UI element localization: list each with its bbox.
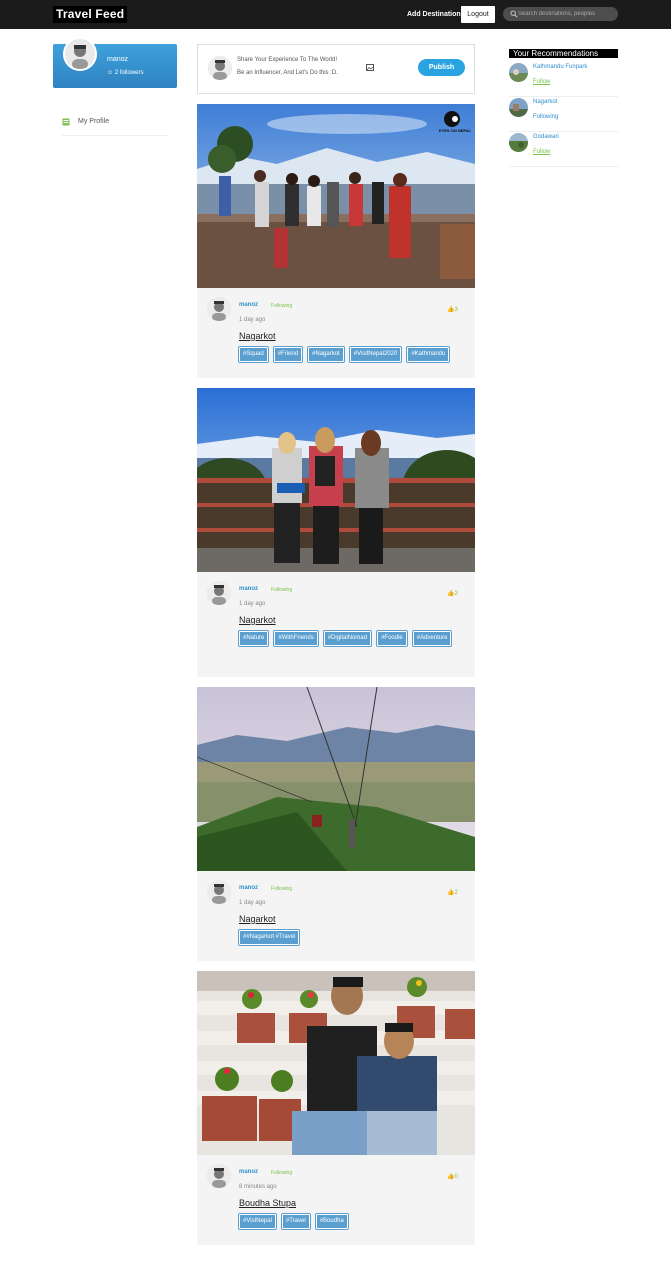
post-location[interactable]: Nagarkot <box>239 331 276 341</box>
hashtag[interactable]: #Friend <box>273 347 303 362</box>
hashtag[interactable]: #Nature <box>239 631 269 646</box>
following-badge[interactable]: Following <box>271 1170 292 1176</box>
hashtag[interactable]: #Foodie <box>377 631 407 646</box>
post-photo[interactable] <box>197 104 475 288</box>
like-button[interactable]: 👍2 <box>447 590 458 597</box>
post-time: 1 day ago <box>239 900 266 906</box>
post-time: 8 minutes ago <box>239 1184 277 1190</box>
avatar[interactable] <box>207 581 231 605</box>
sidebar-item-my-profile[interactable]: My Profile <box>62 113 168 136</box>
hashtag[interactable]: #Boudha <box>315 1214 348 1229</box>
composer-subprompt[interactable]: Be an Influencer, And Let's Do this :D. <box>237 70 338 76</box>
hashtag[interactable]: #Nagarkot <box>308 347 344 362</box>
hashtag[interactable]: ##Nagarkot #Travel <box>239 930 300 945</box>
recommendations-title: Your Recommendations <box>509 49 618 58</box>
recommendation-item: Godawari Follow <box>509 133 618 167</box>
recommendation-item: Nagarkot Following <box>509 98 618 132</box>
avatar[interactable] <box>207 297 231 321</box>
like-button[interactable]: 👍3 <box>447 306 458 313</box>
search-icon <box>510 10 518 18</box>
logout-button[interactable]: Logout <box>461 6 495 23</box>
like-button[interactable]: 👍0 <box>447 1173 458 1180</box>
like-count: 0 <box>454 1174 458 1180</box>
post-tags: #Squad #Friend #Nagarkot #VisitNepal2020… <box>239 347 469 362</box>
post-username[interactable]: manoz <box>239 302 258 308</box>
avatar[interactable] <box>63 37 97 71</box>
add-destination-link[interactable]: Add Destination <box>407 9 461 20</box>
recommendation-name[interactable]: Kathmandu Funpark <box>533 63 587 71</box>
like-count: 2 <box>454 591 458 597</box>
post-location[interactable]: Boudha Stupa <box>239 1198 296 1208</box>
avatar[interactable] <box>509 98 528 117</box>
post-photo[interactable] <box>197 971 475 1155</box>
hashtag[interactable]: #DigitalNomad <box>323 631 372 646</box>
post-photo[interactable] <box>197 687 475 871</box>
like-count: 3 <box>454 307 458 313</box>
post-username[interactable]: manoz <box>239 586 258 592</box>
like-button[interactable]: 👍2 <box>447 889 458 896</box>
post-username[interactable]: manoz <box>239 885 258 891</box>
feed-post: manoz Following 1 day ago 👍2 Nagarkot #N… <box>197 388 475 677</box>
post-location[interactable]: Nagarkot <box>239 914 276 924</box>
following-badge[interactable]: Following <box>271 303 292 309</box>
image-icon[interactable] <box>366 64 374 71</box>
publish-button[interactable]: Publish <box>418 59 465 76</box>
post-username[interactable]: manoz <box>239 1169 258 1175</box>
search-box[interactable] <box>503 7 618 21</box>
following-badge[interactable]: Following <box>271 587 292 593</box>
hashtag[interactable]: #Squad <box>239 347 268 362</box>
avatar[interactable] <box>207 880 231 904</box>
post-time: 1 day ago <box>239 317 266 323</box>
following-button[interactable]: Following <box>533 113 558 121</box>
post-tags: #VistNepal #Travel #Boudha <box>239 1214 469 1229</box>
recommendation-name[interactable]: Nagarkot <box>533 98 557 106</box>
followers-count: 2 followers <box>114 70 144 76</box>
photo-watermark: EYES ON NEPAL <box>438 128 472 133</box>
hashtag[interactable]: #WithFriends <box>274 631 318 646</box>
brand-logo[interactable]: Travel Feed <box>53 6 128 23</box>
profile-icon <box>62 118 70 126</box>
post-tags: #Nature #WithFriends #DigitalNomad #Food… <box>239 631 469 646</box>
follow-button[interactable]: Follow <box>533 148 550 156</box>
hashtag[interactable]: #VistNepal <box>239 1214 276 1229</box>
avatar[interactable] <box>207 1164 231 1188</box>
post-composer: Share Your Experience To The World! Be a… <box>197 44 475 94</box>
hashtag[interactable]: #Travel <box>281 1214 310 1229</box>
avatar[interactable] <box>509 133 528 152</box>
post-time: 1 day ago <box>239 601 266 607</box>
top-navbar: Travel Feed Add Destination Logout <box>0 0 671 29</box>
avatar[interactable] <box>509 63 528 82</box>
like-count: 2 <box>454 890 458 896</box>
hashtag[interactable]: #VisitNepal2020 <box>349 347 402 362</box>
feed-post: manoz Following 1 day ago 👍2 Nagarkot ##… <box>197 687 475 961</box>
feed-post: EYES ON NEPAL manoz Following 1 day ago … <box>197 104 475 378</box>
hashtag[interactable]: #Adventure <box>412 631 452 646</box>
feed-post: manoz Following 8 minutes ago 👍0 Boudha … <box>197 971 475 1245</box>
profile-name[interactable]: manoz <box>107 55 128 64</box>
search-input[interactable] <box>518 8 614 20</box>
recommendation-item: Kathmandu Funpark Follow <box>509 63 618 97</box>
following-badge[interactable]: Following <box>271 886 292 892</box>
followers-icon: ☺ <box>107 70 114 76</box>
composer-prompt[interactable]: Share Your Experience To The World! <box>237 57 337 63</box>
recommendation-name[interactable]: Godawari <box>533 133 559 141</box>
post-location[interactable]: Nagarkot <box>239 615 276 625</box>
hashtag[interactable]: #Kathmandu <box>407 347 450 362</box>
sidebar-item-label: My Profile <box>78 118 110 125</box>
follow-button[interactable]: Follow <box>533 78 550 86</box>
profile-followers: ☺ 2 followers <box>107 69 144 77</box>
post-photo[interactable] <box>197 388 475 572</box>
post-tags: ##Nagarkot #Travel <box>239 930 469 945</box>
avatar <box>208 56 232 80</box>
